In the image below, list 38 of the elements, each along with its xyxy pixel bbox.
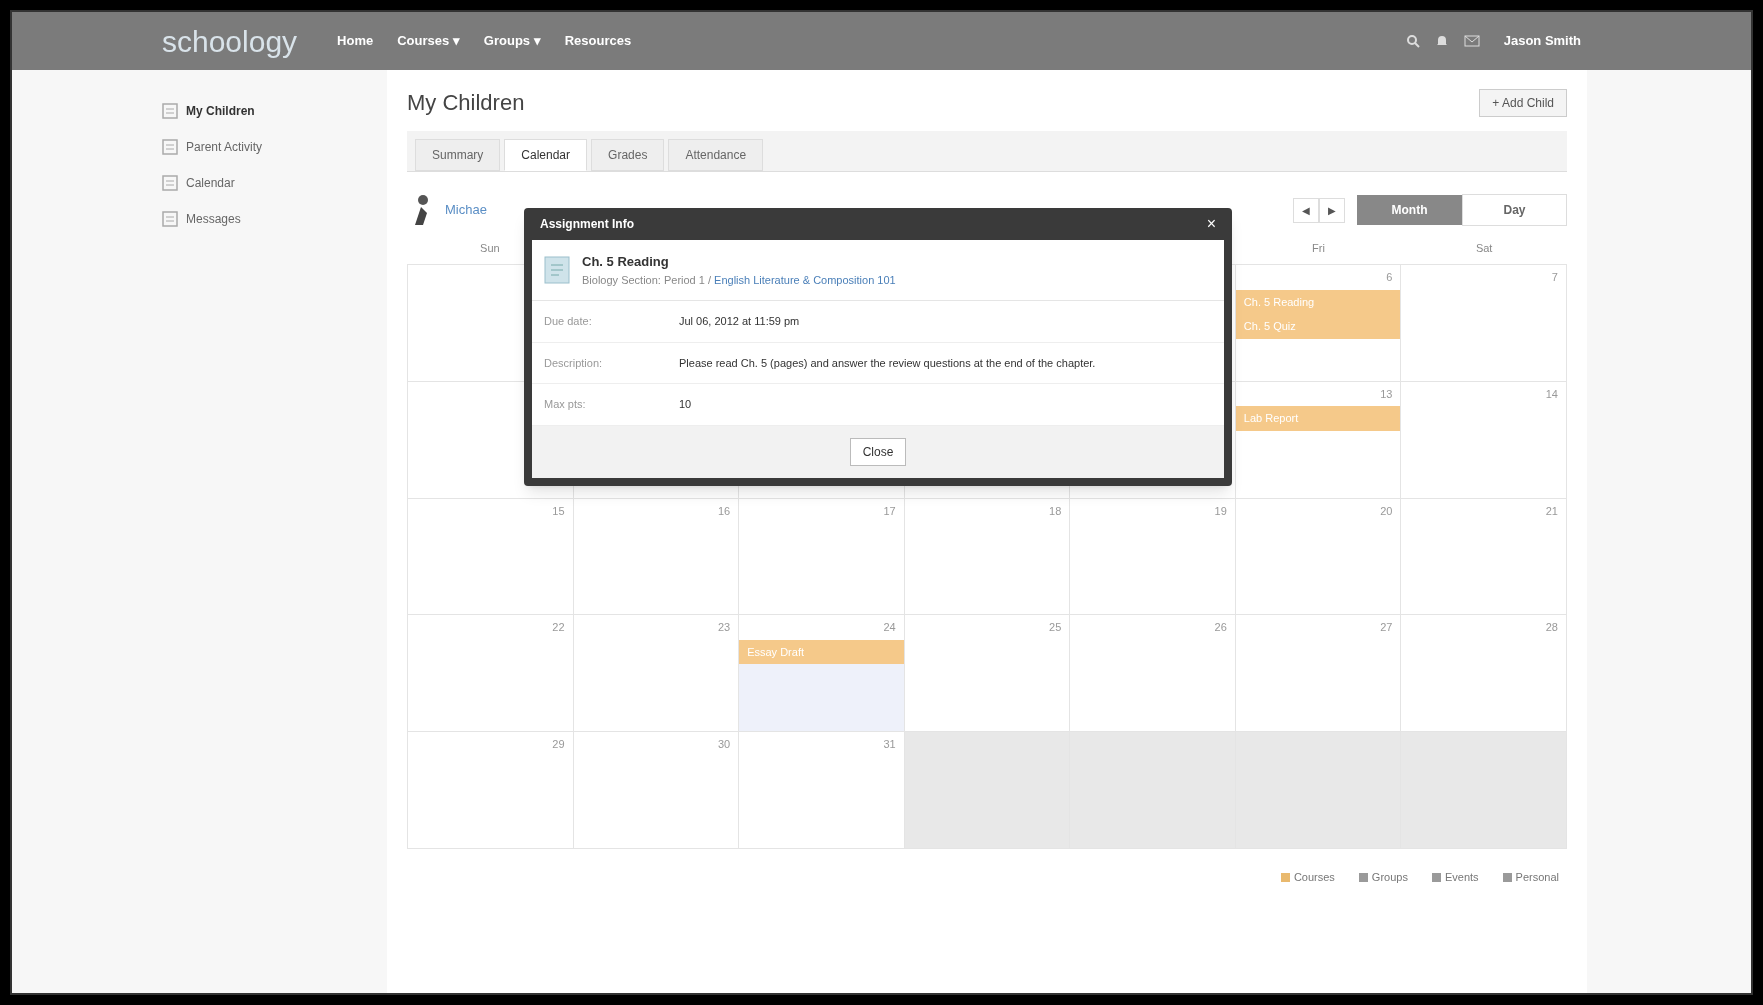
day-number: 28 bbox=[1545, 620, 1559, 636]
day-number: 27 bbox=[1380, 620, 1394, 636]
day-number: 30 bbox=[717, 737, 732, 753]
field-value: Jul 06, 2012 at 11:59 pm bbox=[679, 314, 800, 329]
day-number: 18 bbox=[1049, 503, 1063, 519]
day-number: 29 bbox=[552, 737, 566, 753]
field-label: Description: bbox=[544, 355, 604, 371]
page-title: My Children bbox=[407, 89, 525, 117]
weekday-header: Fri bbox=[1311, 241, 1326, 256]
assignment-section: Biology Section: Period 1 / English Literature & Composition 101 bbox=[582, 271, 896, 288]
day-number: 14 bbox=[1545, 386, 1559, 402]
field-value: Please read Ch. 5 (pages) and answer the review questions at the end of the chapter. bbox=[679, 355, 1096, 371]
day-number: 17 bbox=[883, 503, 897, 519]
field-value: 10 bbox=[679, 397, 692, 412]
day-number: 13 bbox=[1380, 386, 1394, 402]
day-number: 6 bbox=[1386, 270, 1394, 285]
day-number: 31 bbox=[883, 737, 897, 753]
field-label: Due date: bbox=[544, 314, 593, 329]
legend-label: Groups bbox=[1371, 870, 1408, 885]
legend-label: Courses bbox=[1293, 870, 1335, 885]
day-number: 24 bbox=[883, 620, 897, 636]
field-label: Max pts: bbox=[544, 397, 587, 412]
day-number: 26 bbox=[1214, 620, 1228, 636]
day-number: 21 bbox=[1545, 503, 1559, 519]
day-number: 15 bbox=[552, 503, 566, 519]
day-number: 16 bbox=[717, 503, 732, 519]
legend-label: Personal bbox=[1515, 870, 1559, 885]
day-number: 7 bbox=[1551, 270, 1559, 285]
day-number: 22 bbox=[552, 620, 566, 636]
day-number: 25 bbox=[1049, 620, 1063, 636]
weekday-header: Sun bbox=[479, 241, 501, 256]
day-number: 23 bbox=[717, 620, 732, 636]
weekday-header: Sat bbox=[1474, 241, 1494, 256]
dialog-title: Assignment Info bbox=[540, 216, 634, 233]
day-number: 20 bbox=[1380, 503, 1394, 519]
day-number: 19 bbox=[1214, 503, 1228, 519]
legend-label: Events bbox=[1444, 870, 1479, 885]
assignment-title: Ch. 5 Reading bbox=[582, 253, 670, 271]
